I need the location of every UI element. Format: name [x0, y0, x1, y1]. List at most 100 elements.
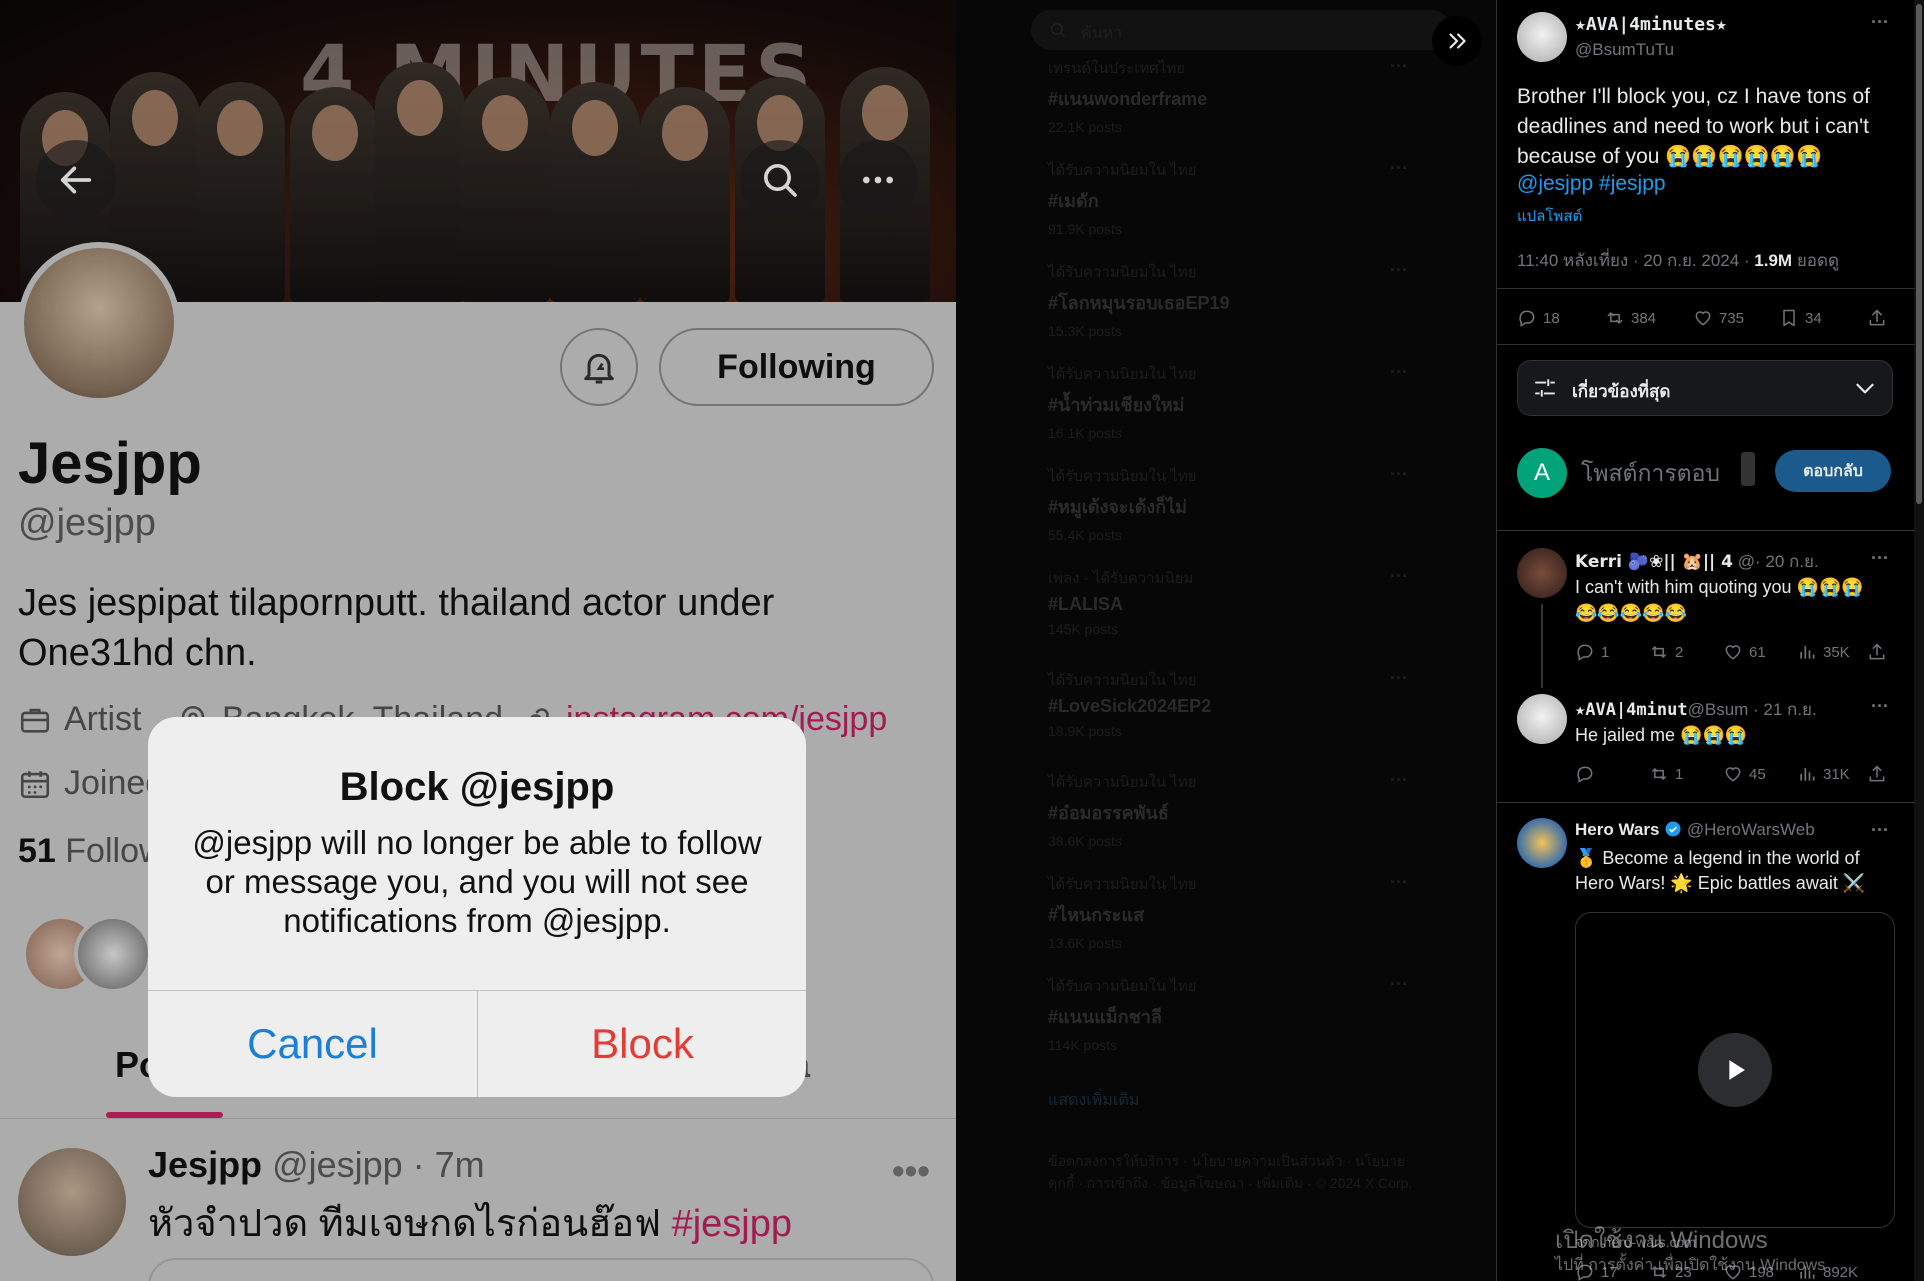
- reply-views-action[interactable]: 35K: [1797, 642, 1850, 662]
- sliders-icon: [1535, 379, 1555, 397]
- reply-input[interactable]: โพสต์การตอบ: [1581, 456, 1720, 492]
- tweet-author-avatar[interactable]: [1517, 12, 1567, 62]
- ad-author[interactable]: Hero Wars: [1575, 820, 1659, 839]
- share-icon: [1869, 765, 1885, 782]
- reply-repost-action[interactable]: 2: [1649, 642, 1683, 662]
- sort-replies-dropdown[interactable]: เกี่ยวข้องที่สุด: [1517, 360, 1893, 416]
- ad-header: Hero Wars @HeroWarsWeb: [1575, 820, 1815, 840]
- tweet-views-label: ยอดดู: [1792, 251, 1840, 270]
- ad-handle[interactable]: @HeroWarsWeb: [1687, 820, 1815, 839]
- chevron-down-icon: [1856, 383, 1874, 394]
- heart-icon: [1725, 767, 1741, 782]
- reply-bubble-icon: [1519, 310, 1535, 327]
- trend-item[interactable]: ได้รับความนิยมใน ไทย #ไหนกระแส 13.6K posts…: [1048, 872, 1448, 951]
- trend-item[interactable]: ได้รับความนิยมใน ไทย #น้ำท่วมเชียงใหม่ 16.…: [1048, 362, 1448, 441]
- footer-links[interactable]: ข้อตกลงการให้บริการ · นโยบายความเป็นส่วน…: [1048, 1150, 1428, 1194]
- tweet-text: Brother I'll block you, cz I have tons o…: [1517, 85, 1871, 168]
- tweet-timestamp: 11:40 หลังเที่ยง · 20 ก.ย. 2024 · 1.9M ย…: [1517, 247, 1839, 274]
- cancel-button[interactable]: Cancel: [148, 991, 477, 1097]
- divider: [1497, 344, 1915, 345]
- windows-watermark-subtitle: ไปที่ การตั้งค่า เพื่อเปิดใช้งาน Windows: [1555, 1257, 1826, 1274]
- translate-post-link[interactable]: แปลโพสต์: [1517, 204, 1582, 228]
- share-action[interactable]: [1867, 308, 1887, 328]
- repost-action[interactable]: 384: [1605, 308, 1656, 328]
- bookmark-action[interactable]: 34: [1779, 308, 1822, 328]
- like-action[interactable]: 735: [1693, 308, 1744, 328]
- input-resize-handle[interactable]: [1741, 452, 1755, 486]
- scrollbar[interactable]: [1914, 0, 1924, 1281]
- analytics-icon: [1800, 646, 1815, 659]
- search-box[interactable]: ค้นหา: [1031, 10, 1451, 50]
- tweet-time: 11:40 หลังเที่ยง · 20 ก.ย. 2024 ·: [1517, 251, 1755, 270]
- ad-more-button[interactable]: ···: [1871, 820, 1889, 841]
- reply-meta: @Bsum · 21 ก.ย.: [1687, 700, 1817, 719]
- heart-icon: [1695, 311, 1711, 326]
- search-placeholder: ค้นหา: [1081, 25, 1123, 42]
- reply-author[interactable]: Kerri 🫐❀|| 🐹|| 4: [1575, 552, 1733, 572]
- tweet-more-button[interactable]: ···: [1871, 12, 1889, 33]
- reply-avatar[interactable]: [1517, 548, 1567, 598]
- expand-panel-button[interactable]: [1432, 16, 1482, 66]
- search-icon: [1050, 22, 1066, 38]
- reply-header: ★AVA|4minut@Bsum · 21 ก.ย.: [1575, 696, 1865, 723]
- tweet-views: 1.9M: [1754, 251, 1793, 270]
- reply-bubble-icon: [1577, 644, 1593, 661]
- reply-action[interactable]: 18: [1517, 308, 1560, 328]
- trend-item[interactable]: ได้รับความนิยมใน ไทย #อ๋อมอรรคพันธ์ 38.6K …: [1048, 770, 1448, 849]
- trend-item[interactable]: เพลง · ได้รับความนิยม #LALISA 145K posts ··…: [1048, 566, 1448, 637]
- analytics-icon: [1800, 768, 1815, 781]
- reply-button[interactable]: ตอบกลับ: [1775, 450, 1891, 492]
- reply-more-button[interactable]: ···: [1871, 696, 1889, 717]
- sort-label: เกี่ยวข้องที่สุด: [1572, 382, 1671, 401]
- ad-avatar[interactable]: [1517, 818, 1567, 868]
- trend-item[interactable]: ได้รับความนิยมใน ไทย #แนนแม็กชาลี 114K pos…: [1048, 974, 1448, 1053]
- play-icon: [1729, 1060, 1745, 1080]
- reply-text: I can't with him quoting you 😭😭😭😂😂😂😂😂: [1575, 577, 1864, 623]
- reply-repost-action[interactable]: 1: [1649, 764, 1683, 784]
- repost-icon: [1651, 645, 1667, 659]
- play-button[interactable]: [1698, 1033, 1772, 1107]
- chevrons-right-icon: [1449, 33, 1466, 49]
- trend-item[interactable]: ได้รับความนิยมใน ไทย #หมูเด้งจะเด้งก็ไม่ 5…: [1048, 464, 1448, 543]
- reply-reply-action[interactable]: 1: [1575, 642, 1609, 662]
- verified-badge-icon: [1665, 821, 1681, 837]
- tweet-author-handle[interactable]: @BsumTuTu: [1575, 40, 1674, 60]
- dialog-title: Block @jesjpp: [339, 765, 615, 809]
- trend-item[interactable]: ได้รับความนิยมใน ไทย #LoveSick2024EP2 18.9…: [1048, 668, 1448, 739]
- divider: [1497, 288, 1915, 289]
- tweet-detail-panel: ★AVA|4minutes★ @BsumTuTu ··· Brother I'l…: [1496, 0, 1924, 1281]
- trend-item[interactable]: ได้รับความนิยมใน ไทย #โลกหมุนรอบเธอEP19 15…: [1048, 260, 1448, 339]
- trends-column: ค้นหา เทรนด์ในประเทศไทย #แนนwonderframe 22…: [956, 0, 1496, 1281]
- scrollbar-thumb[interactable]: [1916, 4, 1922, 504]
- divider: [1497, 530, 1915, 531]
- block-dialog: Block @jesjpp @jesjpp will no longer be …: [148, 717, 806, 1097]
- phone-screenshot: 4 MINUTES Following Jesjpp @jesjpp Jes j…: [0, 0, 956, 1281]
- reply-share-action[interactable]: [1867, 642, 1887, 662]
- tweet-mentions[interactable]: @jesjpp #jesjpp: [1517, 172, 1666, 196]
- reply-bubble-icon: [1577, 766, 1593, 783]
- share-icon: [1869, 643, 1885, 660]
- reply-like-action[interactable]: 45: [1723, 764, 1766, 784]
- ad-text: 🥇 Become a legend in the world of Hero W…: [1575, 848, 1866, 893]
- tweet-author-name[interactable]: ★AVA|4minutes★: [1575, 14, 1727, 35]
- current-user-avatar[interactable]: A: [1517, 448, 1567, 498]
- trend-item[interactable]: เทรนด์ในประเทศไทย #แนนwonderframe 22.1K po…: [1048, 56, 1448, 135]
- bookmark-icon: [1783, 309, 1795, 327]
- share-icon: [1869, 309, 1885, 326]
- reply-views-action[interactable]: 31K: [1797, 764, 1850, 784]
- block-button[interactable]: Block: [478, 991, 806, 1097]
- ad-video[interactable]: [1575, 912, 1895, 1228]
- dialog-message: @jesjpp will no longer be able to follow…: [192, 824, 762, 939]
- repost-icon: [1651, 767, 1667, 781]
- trend-item[interactable]: ได้รับความนิยมใน ไทย #เมดัก 91.9K posts ···: [1048, 158, 1448, 237]
- reply-meta: @· 20 ก.ย.: [1737, 552, 1819, 571]
- reply-header: Kerri 🫐❀|| 🐹|| 4 @· 20 ก.ย.: [1575, 548, 1865, 575]
- reply-more-button[interactable]: ···: [1871, 548, 1889, 569]
- show-more-link[interactable]: แสดงเพิ่มเติม: [1048, 1088, 1139, 1113]
- reply-reply-action[interactable]: [1575, 764, 1601, 784]
- thread-line: [1541, 604, 1543, 688]
- reply-share-action[interactable]: [1867, 764, 1887, 784]
- reply-like-action[interactable]: 61: [1723, 642, 1766, 662]
- reply-author[interactable]: ★AVA|4minut: [1575, 700, 1688, 720]
- reply-avatar[interactable]: [1517, 694, 1567, 744]
